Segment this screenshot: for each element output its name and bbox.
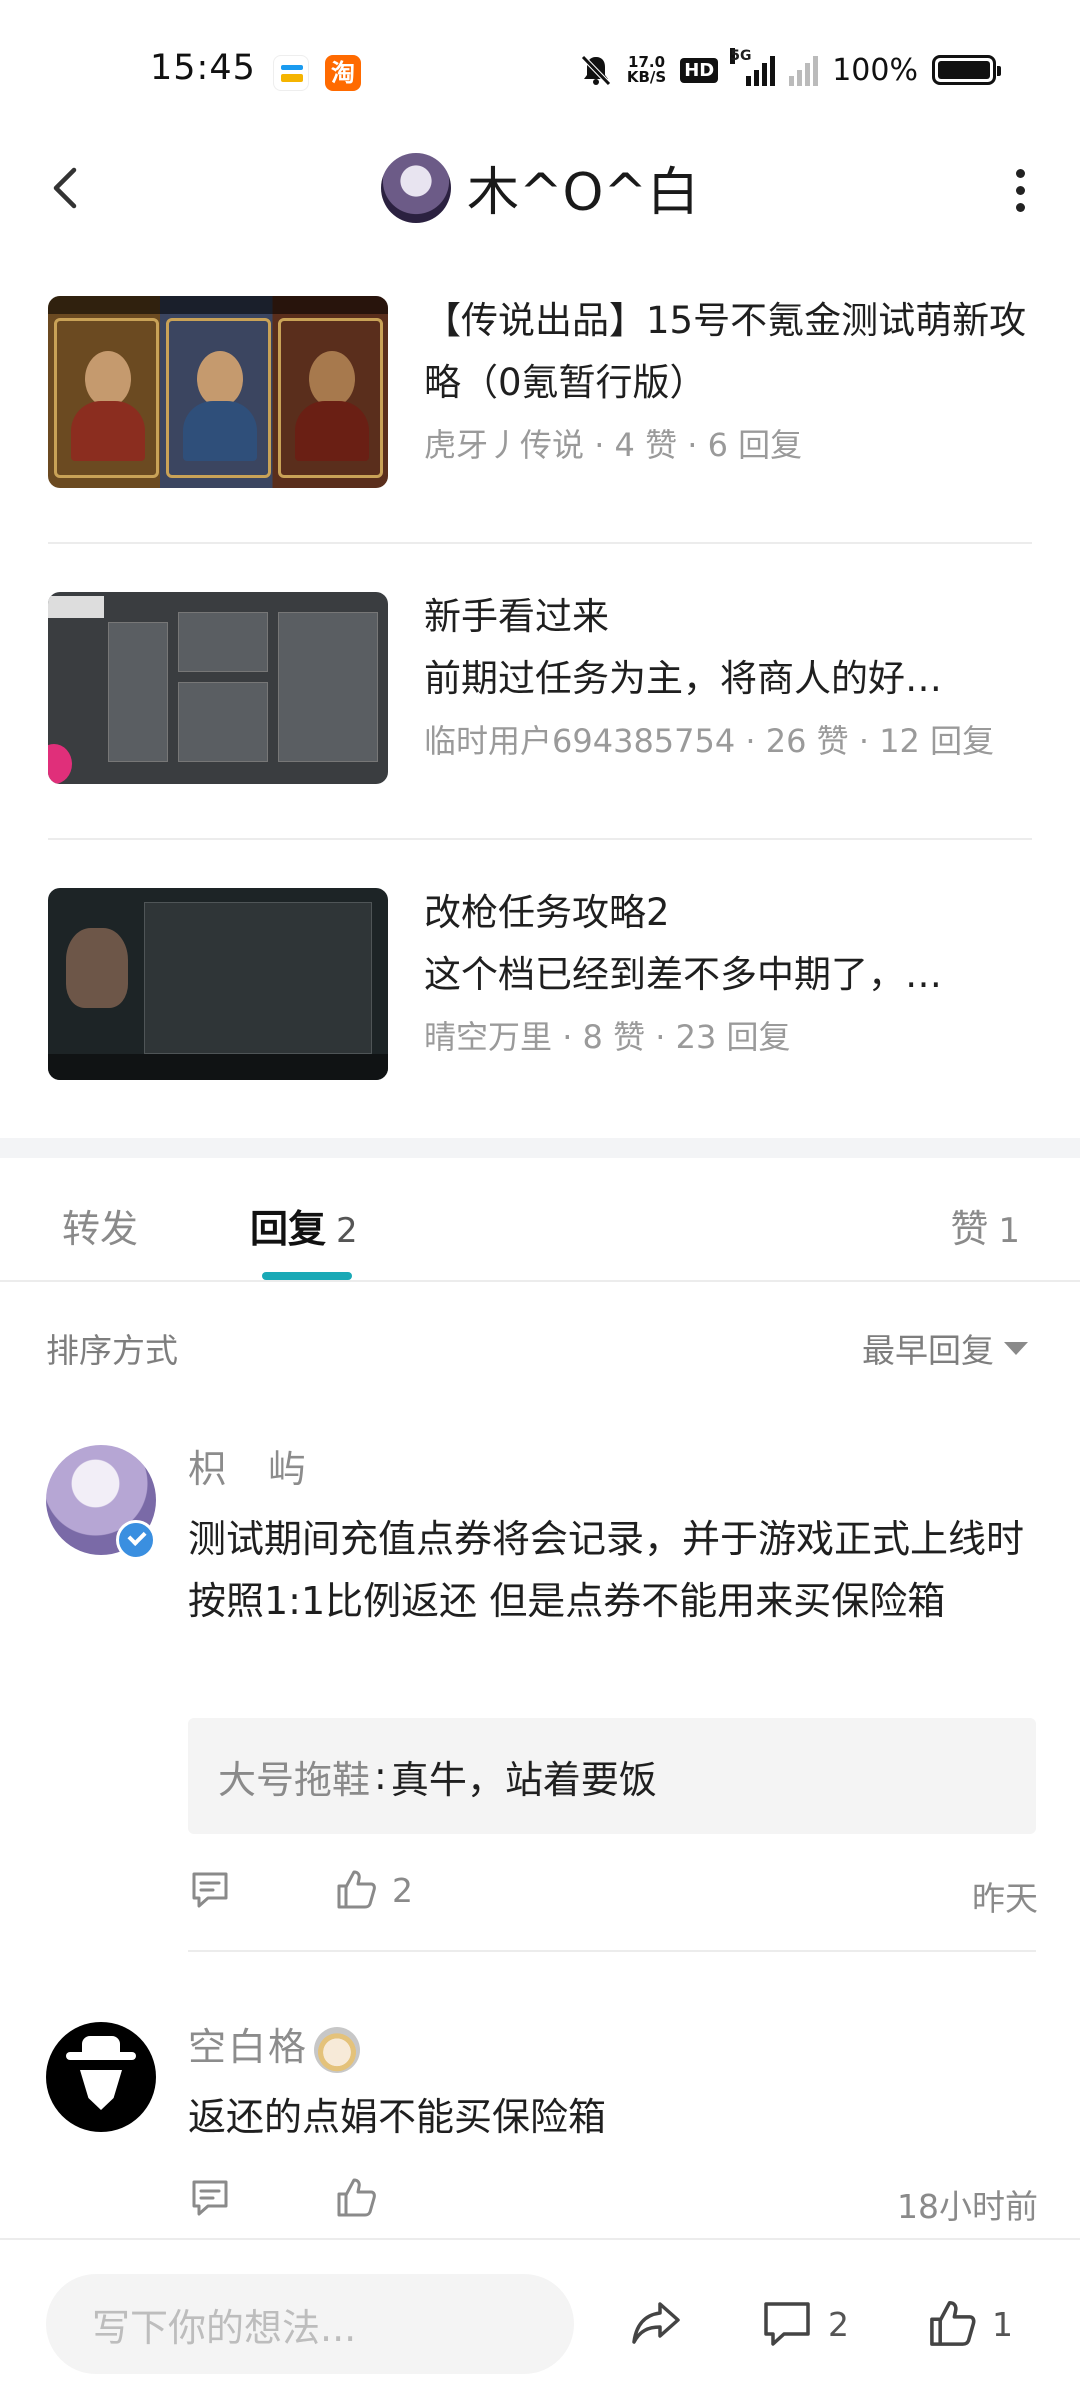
like-button[interactable]: 2 [334, 1868, 413, 1912]
sort-dropdown[interactable]: 最早回复 [862, 1324, 1028, 1372]
taobao-app-icon: 淘 [325, 55, 361, 91]
status-indicators: 17.0 KB/S HD 5G 100% [579, 48, 1001, 92]
post-thumbnail [48, 296, 388, 488]
sort-row: 排序方式 最早回复 [0, 1282, 1080, 1392]
comment-icon [192, 2180, 228, 2216]
divider [188, 1950, 1036, 1952]
tab-forward[interactable]: 转发 [62, 1198, 138, 1253]
author-name: 木^O^白 [466, 163, 700, 223]
share-button[interactable] [628, 2298, 684, 2348]
tab-active-indicator [262, 1272, 352, 1280]
related-post[interactable]: 改枪任务攻略2 这个档已经到差不多中期了，… 晴空万里 · 8 赞 · 23 回… [48, 882, 1032, 1082]
thumbs-up-icon [337, 1870, 376, 1909]
post-excerpt: 这个档已经到差不多中期了，… [424, 953, 942, 996]
bottom-bar: 写下你的想法... 2 1 [0, 2238, 1080, 2400]
comment-icon [764, 2302, 810, 2346]
wallet-app-icon [273, 55, 309, 91]
like-button[interactable] [334, 2176, 392, 2220]
post-meta: 虎牙丿传说 · 4 赞 · 6 回复 [424, 426, 803, 464]
mute-icon [581, 55, 611, 86]
comment-actions: 18小时前 [188, 2176, 1038, 2226]
post-thumbnail [48, 888, 388, 1080]
sub-reply-username[interactable]: 大号拖鞋 [218, 1749, 370, 1804]
reply-button[interactable] [188, 1868, 232, 1912]
tab-like-count: 1 [998, 1211, 1020, 1251]
hd-icon: HD [680, 57, 719, 83]
status-bar: 15:45 淘 17.0 KB/S HD 5G 100% [0, 0, 1080, 130]
comment-input[interactable]: 写下你的想法... [46, 2274, 574, 2374]
tab-bar: 转发 回复 2 赞1 [0, 1158, 1080, 1282]
tab-reply[interactable]: 回复 2 [250, 1198, 358, 1253]
comment-text: 测试期间充值点券将会记录，并于游戏正式上线时按照1:1比例返还 但是点券不能用来… [188, 1517, 1025, 1623]
post-excerpt: 前期过任务为主，将商人的好… [424, 657, 942, 700]
comment-username[interactable]: 空白格 [188, 2016, 361, 2073]
header-title-group[interactable]: 木^O^白 [0, 150, 1080, 225]
post-meta: 临时用户694385754 · 26 赞 · 12 回复 [424, 722, 995, 760]
comment-text: 返还的点娟不能买保险箱 [188, 2095, 607, 2139]
more-options-icon[interactable] [992, 160, 1048, 220]
share-icon [632, 2302, 680, 2344]
network-speed: 17.0 KB/S [626, 53, 667, 86]
post-meta: 晴空万里 · 8 赞 · 23 回复 [424, 1018, 791, 1056]
comment-actions: 2 昨天 [188, 1868, 1038, 1918]
section-gap [0, 1138, 1080, 1158]
post-title: 新手看过来 [424, 595, 609, 638]
tab-reply-count: 2 [336, 1211, 358, 1251]
status-time: 15:45 [150, 48, 256, 88]
comment-time: 昨天 [972, 1879, 1038, 1918]
thumbs-up-icon [337, 2178, 376, 2217]
battery-icon [932, 55, 1001, 85]
divider [48, 542, 1032, 544]
verified-badge-icon [116, 1520, 156, 1560]
user-badge-icon [314, 2026, 361, 2073]
sub-reply-text: 真牛，站着要饭 [390, 1757, 657, 1802]
post-title: 改枪任务攻略2 [424, 891, 670, 934]
comment-icon [192, 1872, 228, 1908]
thumbs-up-icon [930, 2300, 976, 2346]
related-post[interactable]: 新手看过来 前期过任务为主，将商人的好… 临时用户694385754 · 26 … [48, 586, 1032, 786]
battery-percent: 100% [832, 52, 918, 88]
tab-like[interactable]: 赞1 [950, 1198, 1020, 1253]
post-title: 【传说出品】15号不氪金测试萌新攻略（0氪暂行版） [424, 299, 1027, 404]
like-count: 2 [392, 1870, 413, 1910]
header: 木^O^白 [0, 130, 1080, 260]
reply-button[interactable] [188, 2176, 232, 2220]
sub-reply[interactable]: 大号拖鞋 : 真牛，站着要饭 [188, 1718, 1036, 1834]
divider [48, 838, 1032, 840]
sort-label: 排序方式 [46, 1331, 178, 1370]
comment-time: 18小时前 [897, 2187, 1038, 2226]
like-post-button[interactable]: 1 [926, 2298, 1013, 2350]
author-avatar[interactable] [380, 152, 451, 223]
comment-username[interactable]: 枳 屿 [188, 1438, 308, 1493]
comment-button[interactable]: 2 [760, 2298, 849, 2350]
dropdown-arrow-icon [1004, 1341, 1028, 1355]
post-thumbnail [48, 592, 388, 784]
like-count: 1 [992, 2304, 1013, 2344]
signal-5g-icon: 5G [730, 48, 776, 86]
signal-sim2-icon [789, 54, 819, 86]
related-post[interactable]: 【传说出品】15号不氪金测试萌新攻略（0氪暂行版） 虎牙丿传说 · 4 赞 · … [48, 290, 1032, 490]
comment-count: 2 [828, 2304, 849, 2344]
avatar[interactable] [46, 2022, 156, 2132]
